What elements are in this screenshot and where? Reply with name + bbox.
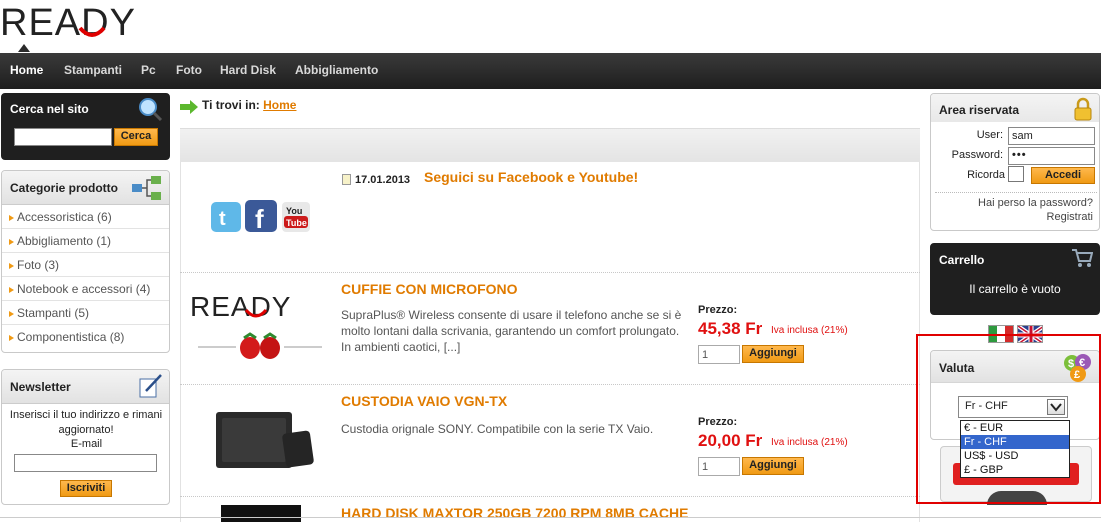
subscribe-button[interactable]: Iscriviti — [60, 480, 112, 497]
nav-abbigliamento[interactable]: Abbigliamento — [295, 63, 378, 77]
category-label: Notebook e accessori (4) — [17, 282, 151, 296]
password-label: Password: — [951, 149, 1003, 161]
user-label: User: — [976, 129, 1003, 141]
arrow-right-icon — [9, 262, 14, 269]
arrow-right-icon — [9, 286, 14, 293]
ready-logo-graphic: READY — [0, 2, 136, 40]
category-item[interactable]: Stampanti (5) — [2, 301, 169, 325]
password-input[interactable]: ••• — [1008, 147, 1095, 165]
green-arrow-icon — [180, 99, 198, 114]
add-to-cart-button[interactable]: Aggiungi — [742, 345, 804, 363]
quantity-input[interactable] — [698, 457, 740, 476]
remember-label: Ricorda — [967, 169, 1005, 181]
item-separator — [180, 384, 920, 385]
add-to-cart-button[interactable]: Aggiungi — [742, 457, 804, 475]
svg-text:f: f — [255, 204, 264, 234]
social-icons: t f You Tube — [210, 198, 310, 237]
user-input[interactable] — [1008, 127, 1095, 145]
cart-panel: Carrello Il carrello è vuoto — [930, 243, 1100, 315]
login-button[interactable]: Accedi — [1031, 167, 1095, 184]
forgot-password-link[interactable]: Hai perso la password? — [978, 197, 1093, 209]
breadcrumb: Ti trovi in: Home — [180, 98, 296, 114]
login-panel: Area riservata User: Password: ••• Ricor… — [930, 93, 1100, 231]
newsletter-text: Inserisci il tuo indirizzo e rimani aggi… — [9, 409, 163, 436]
category-label: Accessoristica (6) — [17, 210, 112, 224]
main-navbar: Home Stampanti Pc Foto Hard Disk Abbigli… — [0, 53, 1101, 89]
category-label: Stampanti (5) — [17, 306, 90, 320]
register-link[interactable]: Registrati — [1047, 211, 1093, 223]
category-label: Componentistica (8) — [17, 330, 125, 344]
site-logo[interactable]: READY — [0, 2, 200, 40]
document-icon — [342, 174, 351, 188]
price-label: Prezzo: — [698, 416, 738, 428]
news-date: 17.01.2013 — [355, 174, 411, 186]
magnifier-icon — [137, 96, 163, 125]
newsletter-panel: Newsletter Inserisci il tuo indirizzo e … — [1, 369, 170, 505]
newsletter-email-label: E-mail — [70, 438, 103, 450]
arrow-right-icon — [9, 310, 14, 317]
item-separator — [180, 496, 920, 497]
content-header-bar — [180, 128, 920, 162]
highlight-frame — [916, 334, 1101, 504]
nav-foto[interactable]: Foto — [176, 63, 202, 77]
product-description: Custodia orignale SONY. Compatibile con … — [341, 422, 654, 436]
product-title-link[interactable]: CUSTODIA VAIO VGN-TX — [341, 393, 507, 409]
news-title-link[interactable]: Seguici su Facebook e Youtube! — [424, 169, 638, 185]
product-title-link[interactable]: HARD DISK MAXTOR 250GB 7200 RPM 8MB CACH… — [341, 505, 688, 521]
newsletter-email-input[interactable] — [14, 454, 157, 472]
svg-text:You: You — [286, 206, 302, 216]
lock-icon — [1073, 97, 1093, 124]
category-item[interactable]: Foto (3) — [2, 253, 169, 277]
arrow-right-icon — [9, 334, 14, 341]
page-bottom-divider — [0, 517, 1101, 518]
search-panel: Cerca nel sito Cerca — [1, 93, 170, 160]
product-description: SupraPlus® Wireless consente di usare il… — [341, 308, 682, 354]
categories-panel: Categorie prodotto Accessoristica (6) Ab… — [1, 170, 170, 353]
search-button[interactable]: Cerca — [114, 128, 158, 146]
arrow-right-icon — [9, 214, 14, 221]
svg-text:READY: READY — [0, 2, 136, 40]
nav-active-notch — [18, 44, 30, 52]
category-label: Foto (3) — [17, 258, 60, 272]
product-price: 20,00 Fr — [698, 431, 763, 450]
category-label: Abbigliamento (1) — [17, 234, 112, 248]
product-image-headphones[interactable]: READY — [188, 290, 332, 369]
twitter-icon — [211, 202, 241, 232]
arrow-right-icon — [9, 238, 14, 245]
product-price: 45,38 Fr — [698, 319, 763, 338]
nav-home[interactable]: Home — [10, 63, 43, 77]
remember-checkbox[interactable] — [1008, 166, 1024, 182]
shopping-cart-icon — [1071, 248, 1094, 271]
sitemap-icon — [131, 175, 163, 204]
item-separator — [180, 272, 920, 273]
product-title-link[interactable]: CUFFIE CON MICROFONO — [341, 281, 518, 297]
svg-text:Tube: Tube — [286, 218, 307, 228]
breadcrumb-home-link[interactable]: Home — [263, 98, 296, 112]
category-list: Accessoristica (6) Abbigliamento (1) Fot… — [2, 205, 169, 349]
login-divider — [935, 192, 1097, 193]
product-image-harddisk[interactable] — [221, 505, 301, 522]
search-input[interactable] — [14, 128, 112, 146]
pen-paper-icon — [137, 373, 163, 402]
quantity-input[interactable] — [698, 345, 740, 364]
breadcrumb-prefix: Ti trovi in: — [202, 98, 260, 112]
category-item[interactable]: Notebook e accessori (4) — [2, 277, 169, 301]
nav-hard-disk[interactable]: Hard Disk — [220, 63, 276, 77]
category-item[interactable]: Componentistica (8) — [2, 325, 169, 349]
nav-stampanti[interactable]: Stampanti — [64, 63, 122, 77]
nav-pc[interactable]: Pc — [141, 63, 156, 77]
svg-text:t: t — [219, 208, 226, 230]
product-image-case[interactable] — [214, 410, 316, 475]
cart-empty-text: Il carrello è vuoto — [969, 282, 1061, 296]
category-item[interactable]: Accessoristica (6) — [2, 205, 169, 229]
vat-note: Iva inclusa (21%) — [771, 437, 848, 448]
svg-text:READY: READY — [190, 291, 291, 322]
category-item[interactable]: Abbigliamento (1) — [2, 229, 169, 253]
vat-note: Iva inclusa (21%) — [771, 325, 848, 336]
price-label: Prezzo: — [698, 304, 738, 316]
